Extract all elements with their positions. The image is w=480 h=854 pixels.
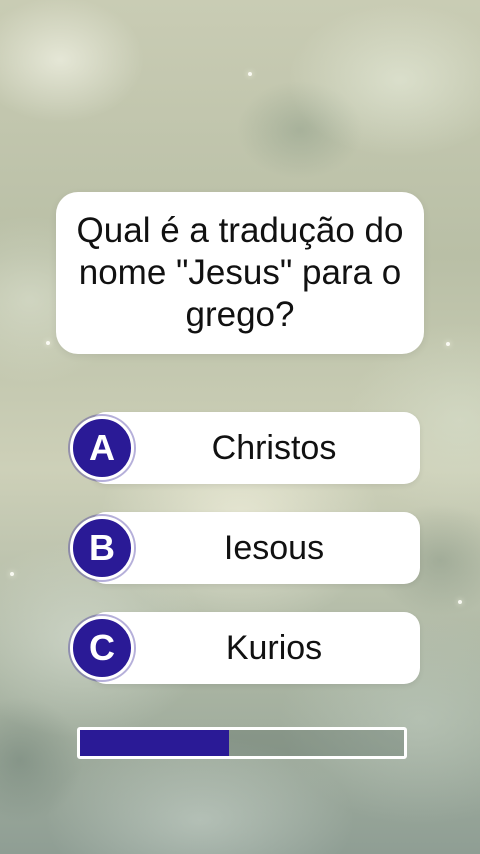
timer-progress-bar [77,727,407,759]
sparkle-decoration [446,342,450,346]
answer-option-c[interactable]: Kurios C [70,612,420,684]
answer-option-b-button[interactable]: Iesous [90,512,420,584]
answer-option-c-button[interactable]: Kurios [90,612,420,684]
sparkle-decoration [458,600,462,604]
sparkle-decoration [46,341,50,345]
timer-progress-fill [80,730,230,756]
answer-option-a[interactable]: Christos A [70,412,420,484]
answer-letter-b-badge[interactable]: B [70,516,134,580]
answer-option-b-label: Iesous [223,529,325,567]
answer-letter-c-badge[interactable]: C [70,616,134,680]
sparkle-decoration [248,72,252,76]
question-card: Qual é a tradução do nome "Jesus" para o… [56,192,424,354]
answer-option-b[interactable]: Iesous B [70,512,420,584]
answer-option-a-button[interactable]: Christos [90,412,420,484]
question-text: Qual é a tradução do nome "Jesus" para o… [76,211,404,334]
answer-option-c-label: Kurios [225,629,323,667]
answer-letter-a-badge[interactable]: A [70,416,134,480]
sparkle-decoration [10,572,14,576]
answer-option-a-label: Christos [211,429,337,467]
